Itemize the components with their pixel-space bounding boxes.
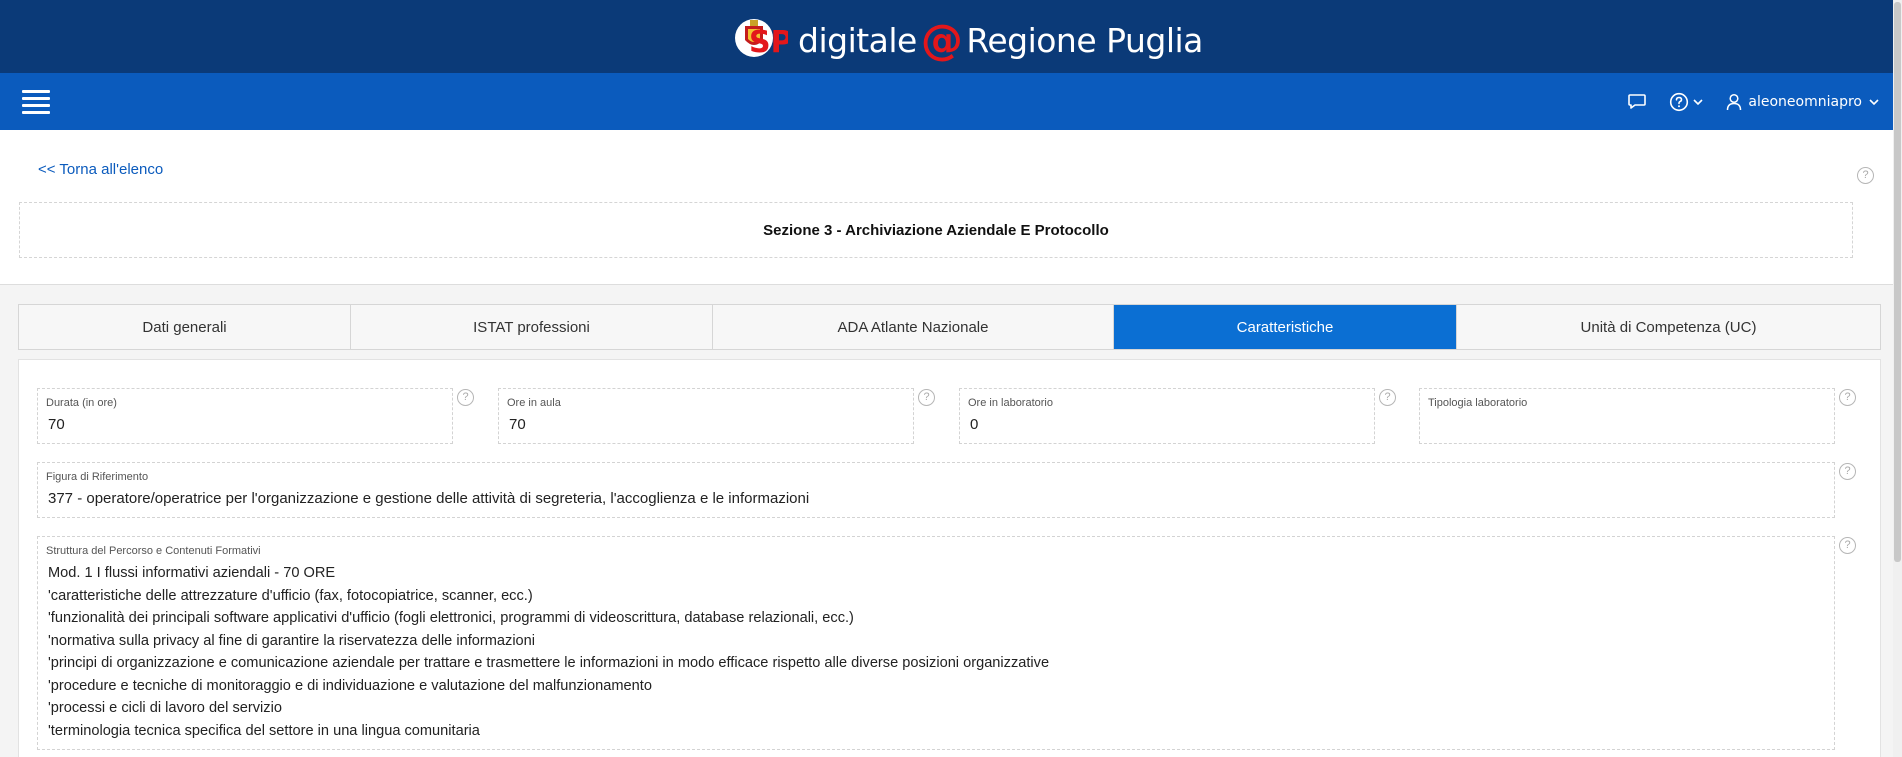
struttura-line: Mod. 1 I flussi informativi aziendali - …: [48, 565, 336, 581]
tipologia-laboratorio-field[interactable]: Tipologia laboratorio: [1419, 388, 1835, 444]
chevron-down-icon: [1869, 98, 1879, 105]
figura-riferimento-label: Figura di Riferimento: [46, 471, 149, 483]
page-header-panel: << Torna all'elenco Sezione 3 - Archivia…: [0, 130, 1893, 285]
main-navbar: aleoneomniapro: [0, 73, 1902, 130]
struttura-line: 'funzionalità dei principali software ap…: [48, 610, 854, 626]
tab-caratteristiche[interactable]: Caratteristiche: [1114, 305, 1457, 349]
brand: SP digitale@ Regione Puglia: [733, 8, 1203, 66]
struttura-line: 'normativa sulla privacy al fine di gara…: [48, 632, 536, 649]
menu-toggle-button[interactable]: [22, 90, 50, 114]
struttura-percorso-field[interactable]: Struttura del Percorso e Contenuti Forma…: [37, 536, 1835, 750]
tab-unita-di-competenza[interactable]: Unità di Competenza (UC): [1457, 305, 1880, 349]
user-icon: [1727, 93, 1742, 110]
figura-riferimento-field[interactable]: Figura di Riferimento 377 - operatore/op…: [37, 462, 1835, 518]
ore-aula-field[interactable]: Ore in aula 70: [498, 388, 914, 444]
help-icon[interactable]: ?: [1839, 463, 1856, 480]
tab-istat-professioni[interactable]: ISTAT professioni: [351, 305, 713, 349]
struttura-line: 'caratteristiche delle attrezzature d'uf…: [48, 587, 533, 604]
help-circle-icon: [1670, 92, 1689, 111]
navbar-actions: aleoneomniapro: [1605, 73, 1880, 130]
back-to-list-link[interactable]: << Torna all'elenco: [38, 161, 163, 178]
struttura-percorso-label: Struttura del Percorso e Contenuti Forma…: [46, 545, 261, 557]
chat-bubble-icon: [1628, 93, 1647, 109]
help-icon[interactable]: ?: [1839, 389, 1856, 406]
hamburger-line: [22, 111, 50, 114]
help-icon[interactable]: ?: [918, 389, 935, 406]
struttura-line: 'processi e cicli di lavoro del servizio: [48, 700, 282, 716]
section-title-box: Sezione 3 - Archiviazione Aziendale E Pr…: [19, 202, 1853, 258]
hamburger-line: [22, 104, 50, 107]
tab-ada-atlante-nazionale[interactable]: ADA Atlante Nazionale: [713, 305, 1114, 349]
help-icon[interactable]: ?: [1839, 537, 1856, 554]
section-tabs: Dati generali ISTAT professioni ADA Atla…: [18, 304, 1881, 350]
scrollbar-thumb[interactable]: [1894, 2, 1901, 562]
struttura-line: 'terminologia tecnica specifica del sett…: [48, 722, 480, 739]
caratteristiche-form: Durata (in ore) 70 ? Ore in aula 70 ? Or…: [18, 359, 1881, 757]
ore-laboratorio-value: 0: [970, 416, 979, 433]
durata-value: 70: [48, 416, 65, 433]
chevron-down-icon: [1693, 98, 1703, 105]
help-icon[interactable]: ?: [457, 389, 474, 406]
help-menu-button[interactable]: [1669, 92, 1704, 112]
logo-initials: SP: [749, 25, 788, 60]
page-scrollbar[interactable]: [1893, 0, 1902, 757]
hamburger-line: [22, 90, 50, 93]
durata-label: Durata (in ore): [46, 397, 117, 409]
username-label: aleoneomniapro: [1748, 93, 1862, 110]
help-icon[interactable]: ?: [1857, 167, 1874, 184]
page-title: Sezione 3 - Archiviazione Aziendale E Pr…: [763, 221, 1109, 239]
ore-laboratorio-label: Ore in laboratorio: [968, 397, 1053, 409]
help-icon[interactable]: ?: [1379, 389, 1396, 406]
ore-aula-value: 70: [509, 416, 526, 433]
struttura-percorso-text: Mod. 1 I flussi informativi aziendali - …: [48, 562, 1824, 742]
hamburger-line: [22, 97, 50, 100]
ore-laboratorio-field[interactable]: Ore in laboratorio 0: [959, 388, 1375, 444]
brand-text-left: digitale: [798, 20, 917, 60]
struttura-line: 'procedure e tecniche di monitoraggio e …: [48, 677, 652, 694]
messages-button[interactable]: [1627, 93, 1647, 111]
brand-title: digitale@ Regione Puglia: [798, 13, 1203, 64]
tipologia-laboratorio-label: Tipologia laboratorio: [1428, 397, 1528, 409]
brand-at-sign: @: [920, 14, 963, 64]
figura-riferimento-value: 377 - operatore/operatrice per l'organiz…: [48, 490, 810, 507]
ore-aula-label: Ore in aula: [507, 397, 561, 409]
top-brand-bar: SP digitale@ Regione Puglia: [0, 0, 1902, 73]
brand-text-right: Regione Puglia: [966, 20, 1203, 60]
user-menu-button[interactable]: aleoneomniapro: [1726, 93, 1880, 111]
tab-dati-generali[interactable]: Dati generali: [19, 305, 351, 349]
durata-field[interactable]: Durata (in ore) 70: [37, 388, 453, 444]
struttura-line: 'principi di organizzazione e comunicazi…: [48, 655, 1050, 671]
regione-puglia-logo: SP: [733, 10, 793, 65]
